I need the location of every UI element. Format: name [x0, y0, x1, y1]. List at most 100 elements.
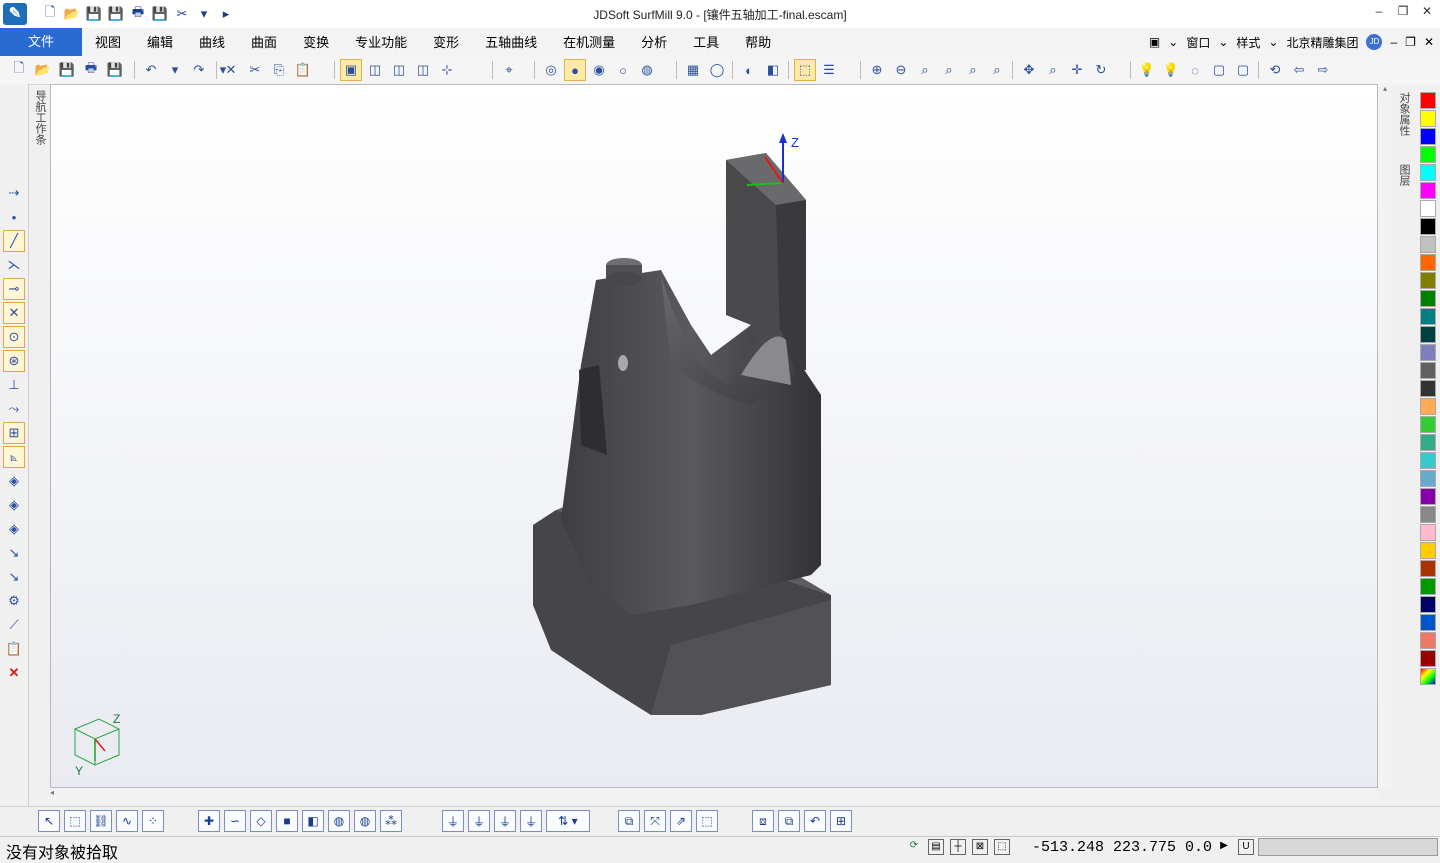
color-swatch[interactable] [1420, 488, 1436, 505]
color-object-icon[interactable]: ◧ [762, 59, 784, 81]
rotate-view-icon[interactable]: ↻ [1090, 59, 1112, 81]
menu-transform[interactable]: 变换 [290, 28, 342, 56]
material-icon[interactable]: ◐ [738, 59, 760, 81]
file-tab[interactable]: 文件 [0, 28, 82, 56]
color-swatch[interactable] [1420, 164, 1436, 181]
color-swatch[interactable] [1420, 362, 1436, 379]
back-icon[interactable]: ⇦ [1288, 59, 1310, 81]
color-swatch[interactable] [1420, 650, 1436, 667]
color-swatch[interactable] [1420, 542, 1436, 559]
view-top-icon[interactable]: ◫ [388, 59, 410, 81]
color-swatch[interactable] [1420, 92, 1436, 109]
path-sim-icon[interactable]: ⏚ [494, 810, 516, 832]
refresh-icon[interactable]: ⟲ [1264, 59, 1286, 81]
surface-edge-icon[interactable]: ◈ [3, 518, 25, 540]
zoom-dynamic-icon[interactable]: ⌕ [1042, 59, 1064, 81]
color-swatch[interactable] [1420, 452, 1436, 469]
menu-curve[interactable]: 曲线 [186, 28, 238, 56]
chevron-down-icon[interactable]: ⌄ [1168, 35, 1178, 49]
color-swatch[interactable] [1420, 182, 1436, 199]
undo-icon[interactable]: ↶ [140, 59, 162, 81]
line-snap-icon[interactable]: ╱ [3, 230, 25, 252]
new-icon[interactable]: 🗋 [8, 59, 30, 81]
shaded-sphere-icon[interactable]: ● [564, 59, 586, 81]
layer-copy-icon[interactable]: ⧉ [778, 810, 800, 832]
color-swatch[interactable] [1420, 398, 1436, 415]
view-axis-icon[interactable]: ⊹ [436, 59, 458, 81]
save-all-icon[interactable]: 💾 [104, 59, 126, 81]
perpendicular-icon[interactable]: ⊥ [3, 374, 25, 396]
menu-onmachine-measure[interactable]: 在机测量 [550, 28, 628, 56]
horizontal-scrollbar[interactable]: ◂ [50, 788, 1378, 804]
box-mesh-icon[interactable]: ▦ [682, 59, 704, 81]
color-swatch[interactable] [1420, 560, 1436, 577]
hide-icon[interactable]: ◌ [1184, 59, 1206, 81]
select-box-icon[interactable]: ⬚ [64, 810, 86, 832]
color-swatch[interactable] [1420, 326, 1436, 343]
snap-icon[interactable]: ⇢ [3, 182, 25, 204]
light-bulb-icon[interactable]: 💡 [1136, 59, 1158, 81]
surface-snap-icon[interactable]: ◈ [3, 470, 25, 492]
edit-curve-icon[interactable]: ∽ [224, 810, 246, 832]
grid-snap-icon[interactable]: ⊞ [3, 422, 25, 444]
layer-list-icon[interactable]: ☰ [818, 59, 840, 81]
view-front-icon[interactable]: ◫ [364, 59, 386, 81]
minimize-button[interactable]: – [1372, 4, 1386, 18]
midpoint-icon[interactable]: ⊸ [3, 278, 25, 300]
select-chain-icon[interactable]: ⛓ [90, 810, 112, 832]
delete-icon[interactable]: ✕ [220, 59, 242, 81]
color-swatch[interactable] [1420, 506, 1436, 523]
zoom-window-icon[interactable]: ⌕ [914, 59, 936, 81]
jd-badge-icon[interactable]: JD [1366, 34, 1383, 50]
show-all-icon[interactable]: ▢ [1208, 59, 1230, 81]
paste-icon[interactable]: 📋 [292, 59, 314, 81]
menu-style[interactable]: 样式 [1236, 34, 1260, 51]
pan-icon[interactable]: ✥ [1018, 59, 1040, 81]
quadrant-icon[interactable]: ⊛ [3, 350, 25, 372]
color-swatch[interactable] [1420, 200, 1436, 217]
sync-icon[interactable]: ⟳ [906, 839, 922, 855]
render-mode-icon[interactable]: ◍ [636, 59, 658, 81]
restore-button[interactable]: ❐ [1396, 4, 1410, 18]
color-swatch[interactable] [1420, 632, 1436, 649]
color-swatch[interactable] [1420, 668, 1436, 685]
add-point-icon[interactable]: ✚ [198, 810, 220, 832]
transform-icon[interactable]: ⤧ [644, 810, 666, 832]
surface-point-icon[interactable]: ◈ [3, 494, 25, 516]
cut-icon[interactable]: ✂ [244, 59, 266, 81]
3d-viewport[interactable]: Z Z Y [50, 84, 1378, 788]
tangent-icon[interactable]: ⤳ [3, 398, 25, 420]
close-red-icon[interactable]: ✕ [3, 662, 25, 684]
zoom-selected-icon[interactable]: ⌕ [986, 59, 1008, 81]
mesh-icon[interactable]: ◍ [328, 810, 350, 832]
light-green-icon[interactable]: 💡 [1160, 59, 1182, 81]
menu-five-axis-curve[interactable]: 五轴曲线 [472, 28, 550, 56]
tool-path-icon[interactable]: ⏚ [442, 810, 464, 832]
color-swatch[interactable] [1420, 524, 1436, 541]
axis-snap-icon[interactable]: ⦝ [3, 446, 25, 468]
menu-view[interactable]: 视图 [82, 28, 134, 56]
color-swatch[interactable] [1420, 416, 1436, 433]
measure-icon[interactable]: ⟋ [3, 614, 25, 636]
color-swatch[interactable] [1420, 236, 1436, 253]
path-filter-dropdown[interactable]: ⇅ ▾ [546, 810, 590, 832]
grid-icon[interactable]: ┼ [950, 839, 966, 855]
color-swatch[interactable] [1420, 110, 1436, 127]
view-cube-icon[interactable]: ▣ [340, 59, 362, 81]
redo-icon[interactable]: ↷ [188, 59, 210, 81]
mdi-restore-button[interactable]: ❐ [1405, 35, 1416, 49]
navigation-tab[interactable]: 导航工作条 [28, 90, 48, 145]
color-swatch[interactable] [1420, 380, 1436, 397]
copy-icon[interactable]: ⎘ [268, 59, 290, 81]
mdi-minimize-button[interactable]: – [1390, 35, 1397, 49]
color-swatch[interactable] [1420, 308, 1436, 325]
menu-edit[interactable]: 编辑 [134, 28, 186, 56]
select-arrow-icon[interactable]: ↖ [38, 810, 60, 832]
snapshot-icon[interactable]: ⧈ [752, 810, 774, 832]
color-swatch[interactable] [1420, 434, 1436, 451]
vertical-scrollbar[interactable]: ▴ [1378, 84, 1392, 788]
zoom-all-icon[interactable]: ⌕ [962, 59, 984, 81]
mesh-color-icon[interactable]: ◍ [354, 810, 376, 832]
zoom-previous-icon[interactable]: ⌕ [938, 59, 960, 81]
fullscreen-icon[interactable]: ▣ [1149, 35, 1160, 49]
